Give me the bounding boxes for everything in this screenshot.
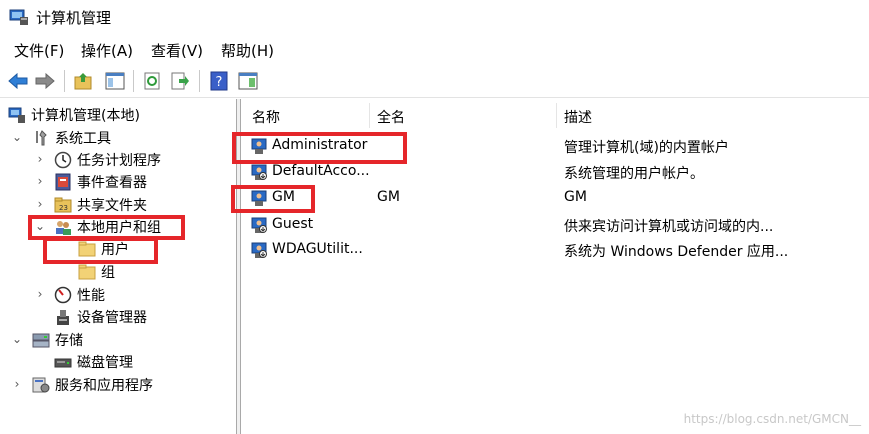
column-header-description[interactable]: 描述: [564, 107, 592, 127]
column-divider[interactable]: [369, 103, 370, 128]
column-header-name[interactable]: 名称: [252, 107, 280, 127]
shared-folder-icon: 23: [54, 197, 72, 213]
show-hide-action-pane-button[interactable]: [236, 69, 260, 93]
computer-management-icon: [8, 107, 25, 123]
show-hide-tree-button[interactable]: [103, 69, 127, 93]
up-level-button[interactable]: [72, 69, 96, 93]
toolbar-separator: [133, 70, 134, 92]
tree-node-groups[interactable]: 组: [78, 261, 115, 283]
tree-label: 设备管理器: [77, 310, 147, 326]
tree-node-event-viewer[interactable]: 事件查看器: [54, 171, 147, 193]
computer-management-icon: [9, 9, 28, 25]
chevron-down-icon[interactable]: ⌄: [12, 130, 22, 144]
tree-label: 组: [101, 265, 115, 281]
user-name-wdagutility[interactable]: WDAGUtilit...: [272, 241, 363, 257]
menu-action[interactable]: 操作(A): [81, 40, 133, 61]
folder-up-icon: [74, 73, 92, 90]
performance-icon: [54, 286, 72, 304]
user-desc-gm: GM: [564, 189, 587, 205]
folder-icon: [78, 264, 96, 280]
arrow-right-icon: [35, 73, 55, 89]
tree-node-shared-folders[interactable]: 23 共享文件夹: [54, 194, 147, 216]
user-name-defaultaccount[interactable]: DefaultAcco...: [272, 163, 370, 179]
annotation-box-users: [43, 237, 158, 264]
user-name-guest[interactable]: Guest: [272, 216, 313, 232]
tree-node-system-tools[interactable]: 系统工具: [32, 127, 111, 149]
tree-node-performance[interactable]: 性能: [54, 284, 105, 306]
annotation-box-gm: [231, 185, 315, 213]
help-icon: ?: [210, 71, 228, 91]
services-icon: [32, 377, 50, 393]
tree-label: 存储: [55, 333, 83, 349]
tree-label: 事件查看器: [77, 175, 147, 191]
storage-icon: [32, 333, 50, 348]
chevron-right-icon[interactable]: ›: [35, 152, 45, 166]
menu-bar: 文件(F) 操作(A) 查看(V) 帮助(H): [0, 36, 869, 64]
disk-icon: [54, 358, 72, 368]
svg-text:?: ?: [216, 75, 223, 90]
tree-label: 共享文件夹: [77, 198, 147, 214]
watermark: https://blog.csdn.net/GMCN__: [683, 412, 861, 426]
console-tree-icon: [105, 72, 125, 90]
user-desc-administrator: 管理计算机(域)的内置帐户: [564, 140, 729, 156]
tree-label: 服务和应用程序: [55, 378, 153, 394]
arrow-left-icon: [8, 73, 28, 89]
toolbar-separator: [199, 70, 200, 92]
tree-label: 系统工具: [55, 131, 111, 147]
event-viewer-icon: [55, 173, 71, 191]
tree-node-device-manager[interactable]: 设备管理器: [54, 306, 147, 328]
chevron-right-icon[interactable]: ›: [35, 174, 45, 188]
tree-label: 磁盘管理: [77, 355, 133, 371]
forward-button[interactable]: [33, 69, 57, 93]
user-disabled-icon: [251, 164, 267, 180]
chevron-right-icon[interactable]: ›: [12, 377, 22, 391]
menu-file[interactable]: 文件(F): [14, 40, 64, 61]
menu-help[interactable]: 帮助(H): [221, 40, 274, 61]
window-title: 计算机管理: [36, 9, 112, 27]
title-bar: 计算机管理: [0, 0, 869, 34]
annotation-box-administrator: [232, 132, 407, 164]
chevron-right-icon[interactable]: ›: [35, 197, 45, 211]
refresh-icon: [144, 72, 160, 90]
tree-node-services-apps[interactable]: 服务和应用程序: [32, 374, 153, 396]
back-button[interactable]: [6, 69, 30, 93]
console-tree: 计算机管理(本地) ⌄ 系统工具 › 任务计划程序 › 事件查看器 › 23 共…: [0, 99, 237, 434]
chevron-right-icon[interactable]: ›: [35, 287, 45, 301]
column-divider[interactable]: [556, 103, 557, 128]
tree-node-task-scheduler[interactable]: 任务计划程序: [54, 149, 161, 171]
user-desc-guest: 供来宾访问计算机或访问域的内...: [564, 219, 774, 235]
tree-node-disk-management[interactable]: 磁盘管理: [54, 351, 133, 373]
menu-view[interactable]: 查看(V): [151, 40, 203, 61]
export-list-button[interactable]: [168, 69, 192, 93]
column-header-fullname[interactable]: 全名: [377, 107, 405, 127]
user-fullname-gm: GM: [377, 189, 400, 205]
refresh-button[interactable]: [141, 69, 165, 93]
svg-text:23: 23: [59, 204, 68, 212]
tree-label: 性能: [77, 288, 105, 304]
user-desc-wdagutility: 系统为 Windows Defender 应用...: [564, 244, 789, 260]
user-disabled-icon: [251, 217, 267, 233]
tree-label: 任务计划程序: [77, 153, 161, 169]
toolbar-separator: [64, 70, 65, 92]
chevron-down-icon[interactable]: ⌄: [12, 332, 22, 346]
tools-icon: [36, 130, 47, 146]
export-icon: [171, 72, 189, 90]
tree-node-storage[interactable]: 存储: [32, 329, 83, 351]
user-disabled-icon: [251, 242, 267, 258]
tree-node-computer-management[interactable]: 计算机管理(本地): [8, 104, 140, 126]
device-manager-icon: [57, 310, 69, 325]
clock-icon: [54, 151, 72, 169]
action-pane-icon: [238, 72, 258, 90]
user-desc-defaultaccount: 系统管理的用户帐户。: [564, 166, 704, 182]
tree-label: 计算机管理(本地): [31, 108, 140, 124]
help-button[interactable]: ?: [207, 69, 231, 93]
toolbar: ?: [0, 64, 869, 98]
